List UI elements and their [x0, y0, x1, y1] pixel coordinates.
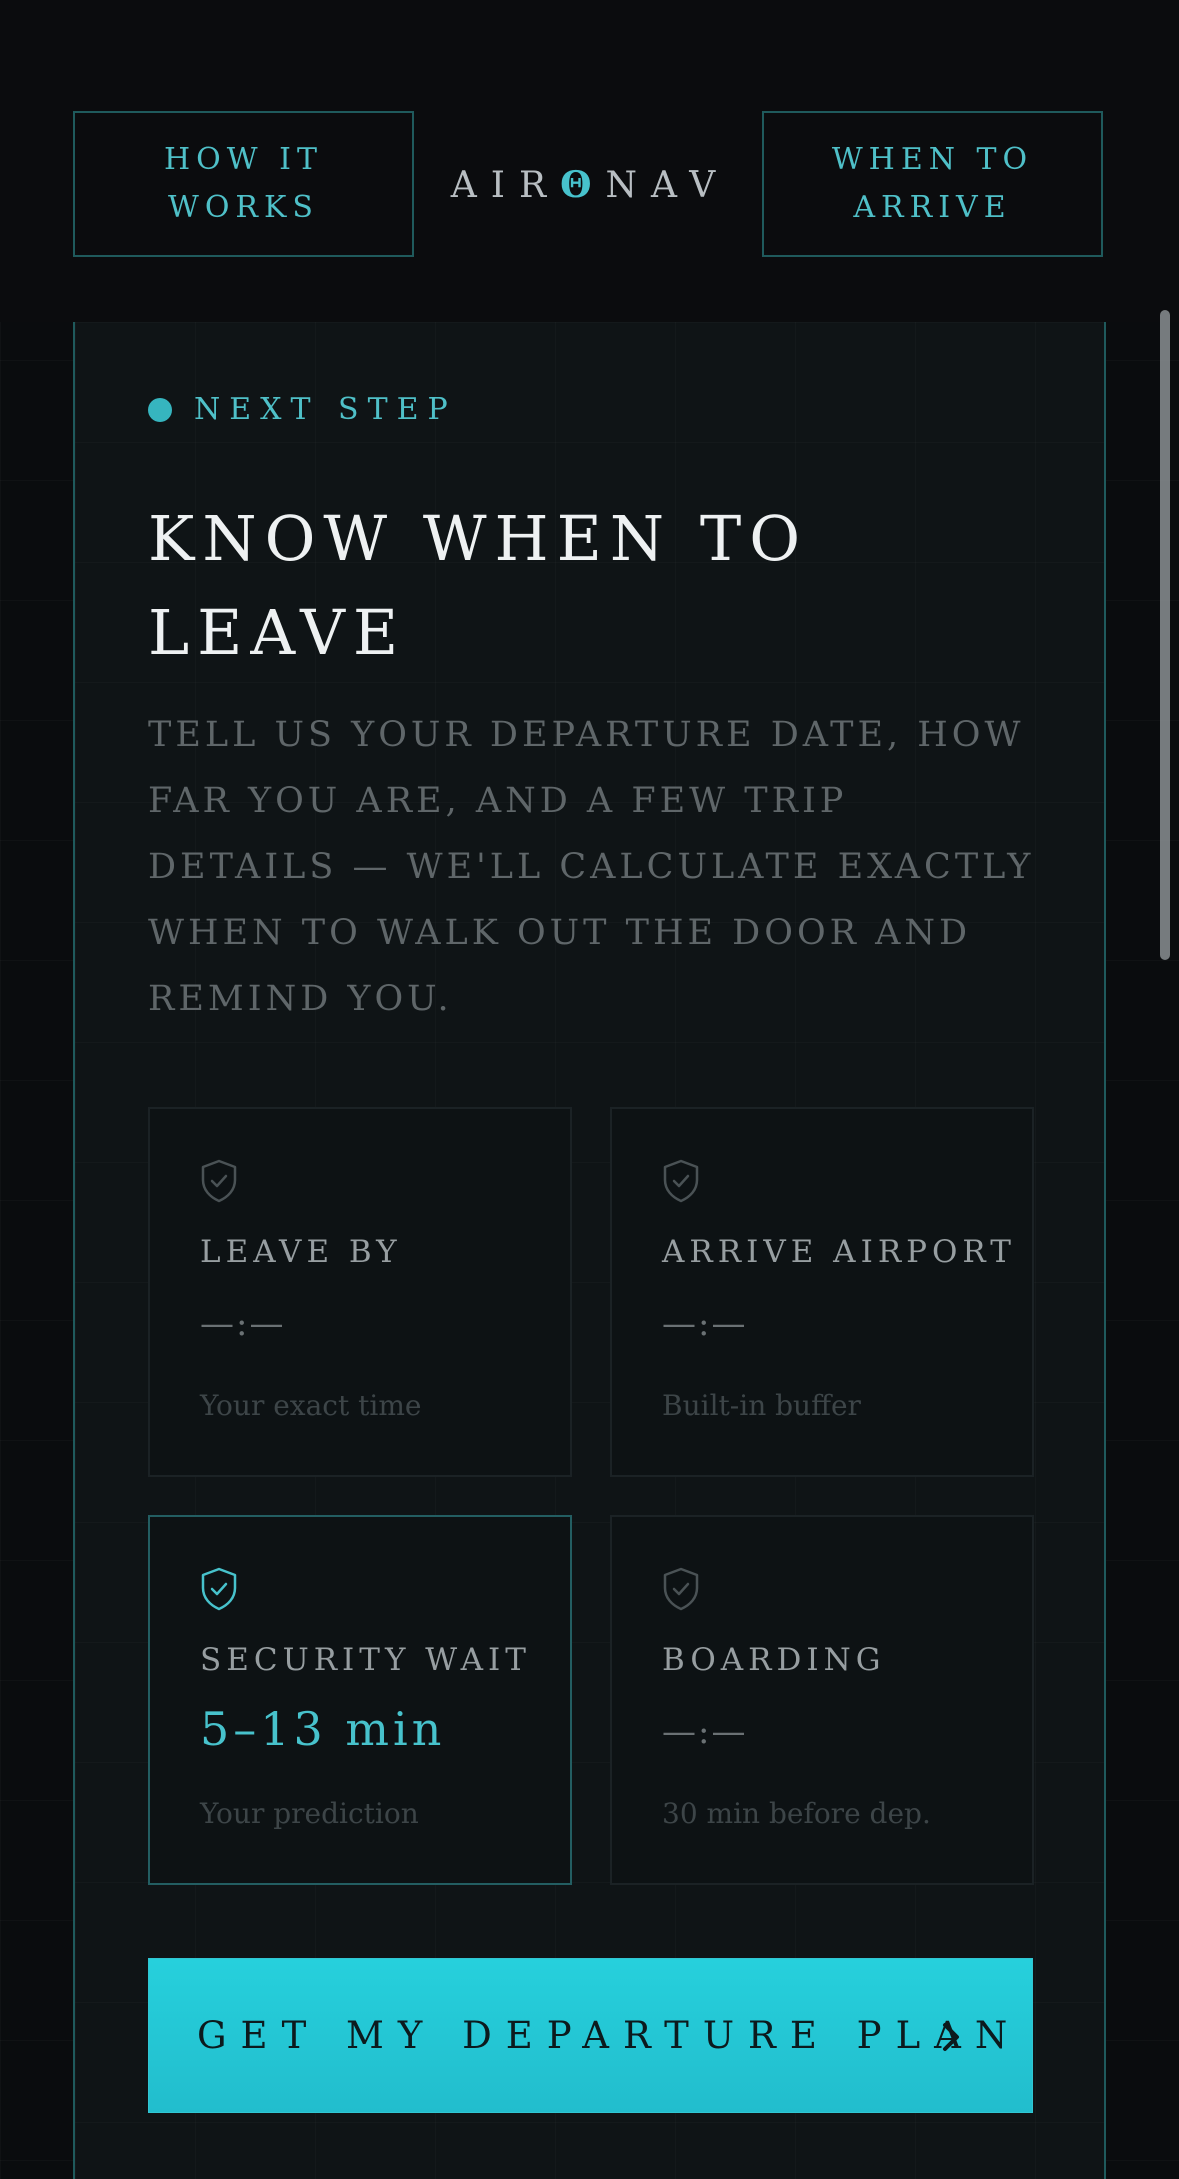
- eyebrow: NEXT STEP: [148, 392, 457, 427]
- logo-text-left: AIR: [450, 165, 561, 206]
- tile-label: SECURITY WAIT: [200, 1642, 531, 1678]
- tile-subtext: 30 min before dep.: [662, 1797, 931, 1830]
- top-header: HOW IT WORKS AIRΘNAV WHEN TO ARRIVE: [0, 0, 1179, 322]
- shield-check-icon: [663, 1567, 699, 1611]
- tile-subtext: Your prediction: [200, 1797, 419, 1830]
- shield-check-icon: [201, 1567, 237, 1611]
- departure-card: NEXT STEP KNOW WHEN TO LEAVE TELL US YOU…: [73, 322, 1106, 2179]
- how-it-works-label: HOW IT WORKS: [164, 142, 323, 225]
- tile-subtext: Built-in buffer: [662, 1389, 861, 1422]
- get-departure-plan-button[interactable]: GET MY DEPARTURE PLAN: [148, 1958, 1033, 2113]
- tile-value: —:—: [200, 1304, 286, 1344]
- logo-text-right: NAV: [605, 165, 730, 206]
- status-dot-icon: [148, 397, 172, 422]
- cta-label: GET MY DEPARTURE PLAN: [197, 2014, 1022, 2057]
- logo-mark-icon: Θ: [560, 164, 606, 206]
- tile-subtext: Your exact time: [200, 1389, 422, 1422]
- tile-label: ARRIVE AIRPORT: [662, 1234, 1016, 1270]
- when-to-arrive-button[interactable]: WHEN TO ARRIVE: [762, 111, 1103, 257]
- tile-arrive-airport: ARRIVE AIRPORT —:— Built-in buffer: [610, 1107, 1034, 1477]
- tile-leave-by: LEAVE BY —:— Your exact time: [148, 1107, 572, 1477]
- shield-check-icon: [663, 1159, 699, 1203]
- shield-check-icon: [201, 1159, 237, 1203]
- tile-value: —:—: [662, 1712, 748, 1752]
- chevron-right-icon: [943, 2023, 959, 2051]
- app-page: HOW IT WORKS AIRΘNAV WHEN TO ARRIVE NEXT…: [0, 0, 1179, 2179]
- how-it-works-button[interactable]: HOW IT WORKS: [73, 111, 414, 257]
- tile-label: LEAVE BY: [200, 1234, 402, 1270]
- tile-value: 5–13 min: [200, 1702, 446, 1756]
- card-description: TELL US YOUR DEPARTURE DATE, HOW FAR YOU…: [148, 715, 1035, 1019]
- tile-security-wait: SECURITY WAIT 5–13 min Your prediction: [148, 1515, 572, 1885]
- when-to-arrive-label: WHEN TO ARRIVE: [831, 142, 1034, 225]
- scrollbar[interactable]: [1160, 310, 1170, 960]
- tile-label: BOARDING: [662, 1642, 886, 1678]
- eyebrow-label: NEXT STEP: [194, 392, 457, 427]
- tile-value: —:—: [662, 1304, 748, 1344]
- logo[interactable]: AIRΘNAV: [440, 160, 740, 210]
- tile-boarding: BOARDING —:— 30 min before dep.: [610, 1515, 1034, 1885]
- page-title: KNOW WHEN TO LEAVE: [148, 502, 809, 669]
